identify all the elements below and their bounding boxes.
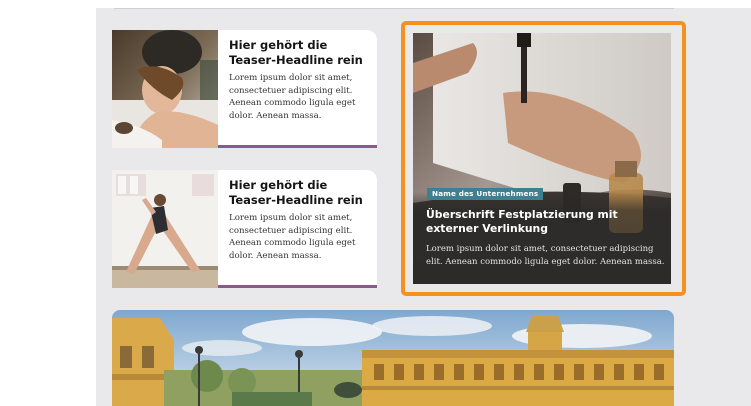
teaser-accent-line — [218, 285, 377, 288]
company-badge[interactable]: Name des Unternehmens — [427, 188, 544, 200]
teaser-headline[interactable]: Hier gehört die Teaser-Headline rein — [229, 178, 369, 208]
teaser-body: Lorem ipsum dolor sit amet, consectetuer… — [229, 73, 356, 122]
thermal-bath-banner-image[interactable] — [112, 310, 674, 406]
teaser-accent-line — [218, 145, 377, 148]
featured-body: Lorem ipsum dolor sit amet, consectetuer… — [426, 244, 665, 267]
spa-massage-image — [112, 30, 218, 148]
teaser-body: Lorem ipsum dolor sit amet, consectetuer… — [229, 213, 356, 262]
teaser-headline[interactable]: Hier gehört die Teaser-Headline rein — [229, 38, 369, 68]
teaser-card[interactable]: Hier gehört die Teaser-Headline rein Lor… — [112, 30, 377, 148]
featured-card[interactable]: Name des Unternehmens Überschrift Festpl… — [413, 33, 671, 284]
teaser-card[interactable]: Hier gehört die Teaser-Headline rein Lor… — [112, 170, 377, 288]
featured-text-overlay — [413, 192, 671, 284]
featured-headline[interactable]: Überschrift Festplatzierung mit externer… — [426, 208, 666, 236]
yoga-pose-image — [112, 170, 218, 288]
